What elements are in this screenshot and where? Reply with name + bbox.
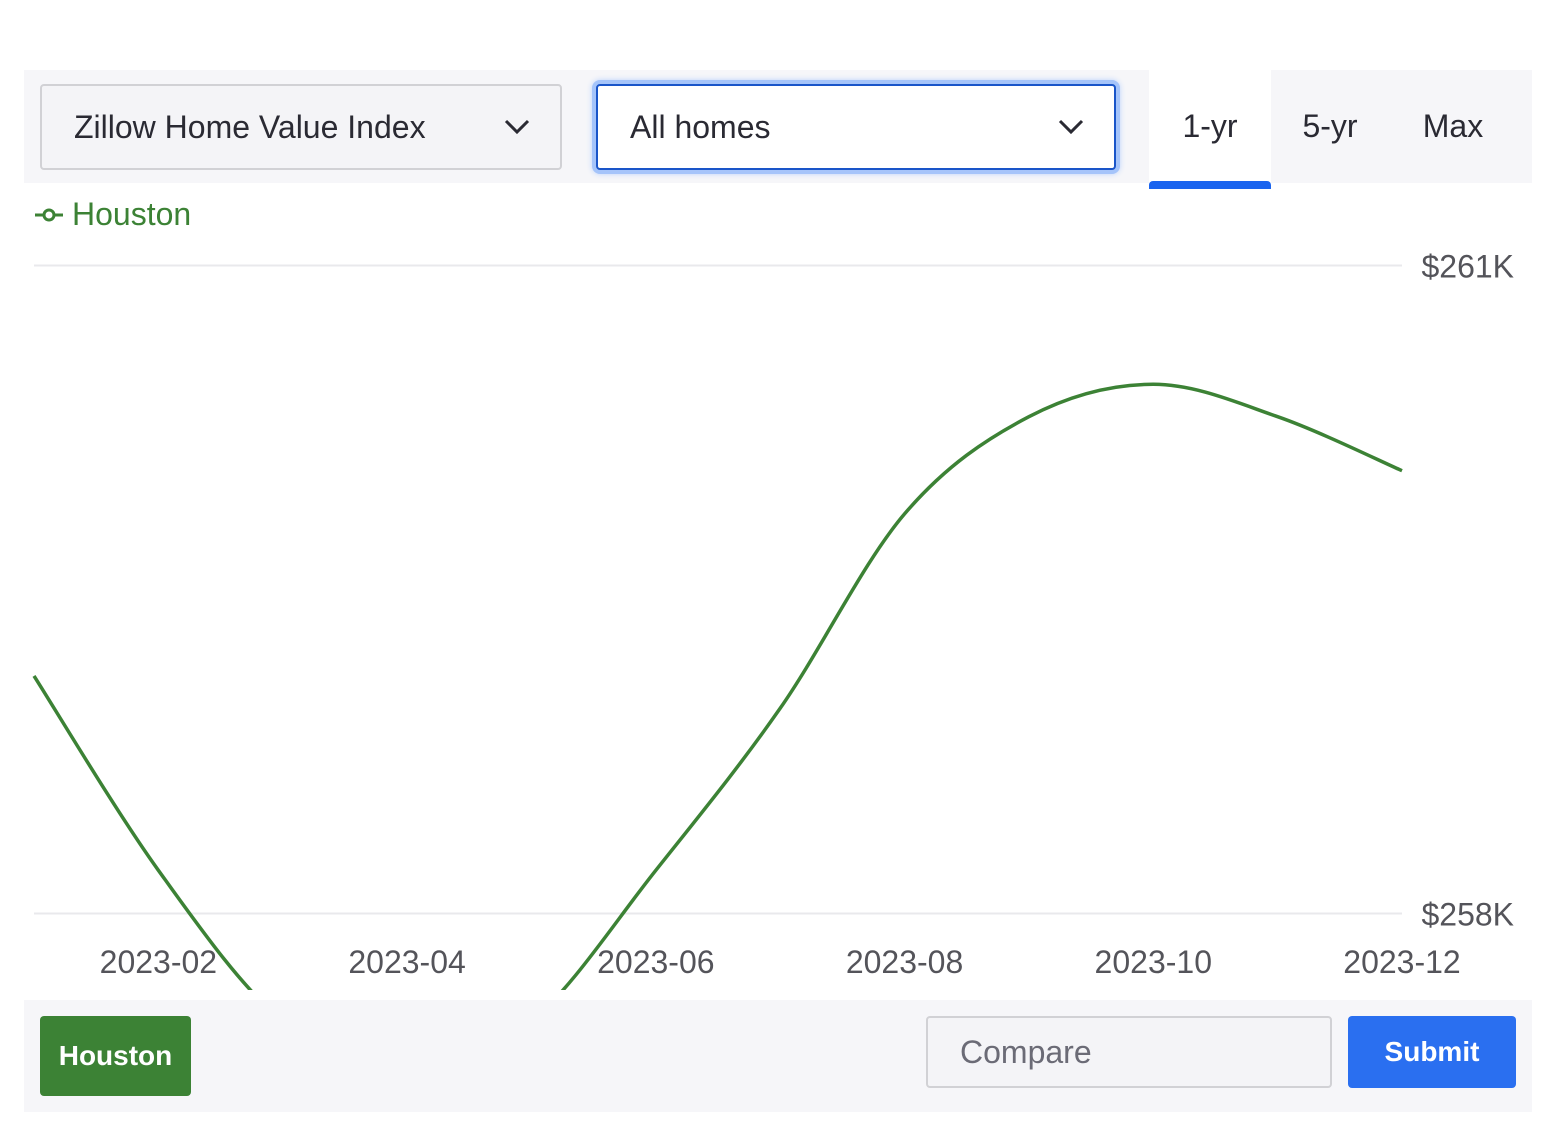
metric-select[interactable]: Zillow Home Value Index xyxy=(40,84,562,170)
chevron-down-icon xyxy=(504,119,530,135)
submit-button[interactable]: Submit xyxy=(1348,1016,1516,1088)
y-tick-label: $261K xyxy=(1421,249,1514,285)
time-range-tabs: 1-yr 5-yr Max xyxy=(1149,70,1532,189)
compare-input[interactable] xyxy=(926,1016,1332,1088)
x-tick-label: 2023-08 xyxy=(846,944,963,980)
chart-footer: Houston Submit xyxy=(24,1000,1532,1112)
location-chip-houston[interactable]: Houston xyxy=(40,1016,191,1096)
tab-max[interactable]: Max xyxy=(1389,70,1517,183)
x-tick-label: 2023-06 xyxy=(597,944,714,980)
y-tick-label: $258K xyxy=(1421,897,1514,933)
active-tab-indicator xyxy=(1149,181,1271,189)
line-marker-icon xyxy=(35,208,63,221)
line-chart: $257K$258K$261K 2023-022023-042023-06202… xyxy=(32,249,1514,990)
chart-toolbar: Zillow Home Value Index All homes 1-yr 5… xyxy=(24,70,1532,189)
home-type-select-value: All homes xyxy=(630,108,771,145)
metric-select-value: Zillow Home Value Index xyxy=(74,108,426,145)
chevron-down-icon xyxy=(1058,119,1084,135)
tab-label: 1-yr xyxy=(1182,108,1238,144)
legend-label: Houston xyxy=(72,196,192,232)
x-tick-label: 2023-04 xyxy=(348,944,465,980)
chart-legend: Houston xyxy=(34,196,191,233)
series-line-houston xyxy=(32,382,1403,990)
x-tick-label: 2023-02 xyxy=(100,944,217,980)
home-type-select[interactable]: All homes xyxy=(596,84,1116,170)
tab-1-yr[interactable]: 1-yr xyxy=(1149,70,1271,189)
tab-5-yr[interactable]: 5-yr xyxy=(1271,70,1389,183)
x-tick-label: 2023-12 xyxy=(1343,944,1460,980)
tab-label: 5-yr xyxy=(1302,108,1358,144)
x-tick-label: 2023-10 xyxy=(1095,944,1212,980)
chip-label: Houston xyxy=(58,1040,173,1071)
tab-label: Max xyxy=(1422,108,1484,144)
